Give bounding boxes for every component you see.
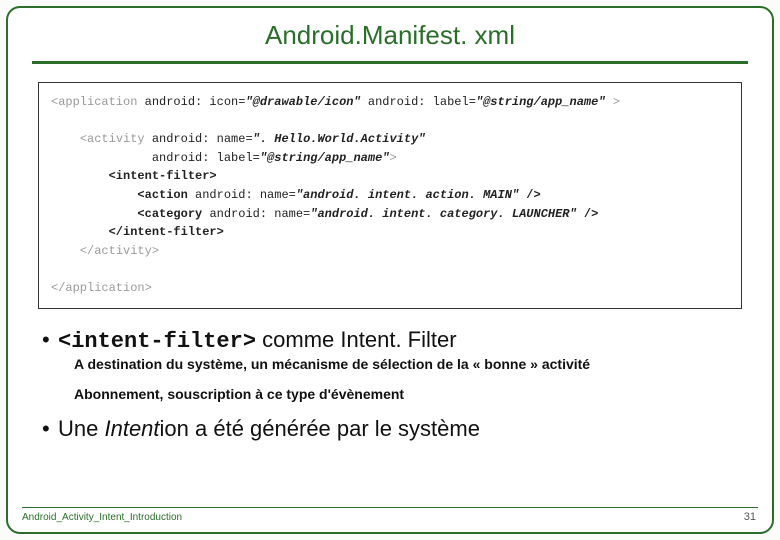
code-tag-close: > (606, 95, 620, 109)
bullets: • <intent-filter> comme Intent. Filter A… (42, 327, 738, 442)
page-number: 31 (744, 511, 756, 523)
code-tag-activity-close: </activity> (80, 244, 159, 258)
code-val: ". Hello.World.Activity" (253, 132, 426, 146)
code-tag-application-close: </application> (51, 281, 152, 295)
bullet-1: • <intent-filter> comme Intent. Filter (42, 327, 738, 354)
code-val: "android. intent. category. LAUNCHER" (310, 207, 576, 221)
code-attr: android: name= (209, 207, 310, 221)
bullet-2-italic: Intent (104, 416, 159, 441)
bullet-1-sub-2: Abonnement, souscription à ce type d'évè… (74, 386, 738, 402)
code-category-open: <category (137, 207, 209, 221)
code-val: "@drawable/icon" (245, 95, 360, 109)
bullet-1-mono: <intent-filter> (58, 329, 256, 354)
bullet-2: • Une Intention a été générée par le sys… (42, 416, 738, 442)
code-intent-filter-open: <intent-filter> (109, 169, 217, 183)
bullet-2-pre: Une (58, 416, 104, 441)
bullet-2-post: ion a été générée par le système (160, 416, 480, 441)
code-tag-application-open: <application (51, 95, 145, 109)
footer-divider (22, 507, 758, 508)
code-tag-close: > (389, 151, 396, 165)
code-tag-close: /> (519, 188, 541, 202)
slide-frame: Android.Manifest. xml <application andro… (6, 6, 774, 534)
code-val: "@string/app_name" (260, 151, 390, 165)
bullet-1-rest: comme Intent. Filter (256, 327, 457, 352)
code-tag-close: /> (577, 207, 599, 221)
bullet-dot: • (42, 327, 58, 353)
code-attr: android: icon= (145, 95, 246, 109)
code-intent-filter-close: </intent-filter> (109, 225, 224, 239)
code-tag-activity-open: <activity (80, 132, 152, 146)
bullet-2-text: Une Intention a été générée par le systè… (58, 416, 738, 442)
bullet-1-sub-1: A destination du système, un mécanisme d… (74, 356, 738, 372)
slide-title: Android.Manifest. xml (32, 20, 748, 51)
code-attr: android: name= (195, 188, 296, 202)
code-val: "android. intent. action. MAIN" (296, 188, 519, 202)
code-attr: android: label= (152, 151, 260, 165)
code-action-open: <action (137, 188, 195, 202)
code-attr: android: label= (361, 95, 476, 109)
bullet-dot: • (42, 416, 58, 442)
code-box: <application android: icon="@drawable/ic… (38, 82, 742, 309)
bullet-1-text: <intent-filter> comme Intent. Filter (58, 327, 738, 354)
code-attr: android: name= (152, 132, 253, 146)
title-underline (32, 61, 748, 64)
code-val: "@string/app_name" (476, 95, 606, 109)
footer-text: Android_Activity_Intent_Introduction (22, 512, 182, 523)
